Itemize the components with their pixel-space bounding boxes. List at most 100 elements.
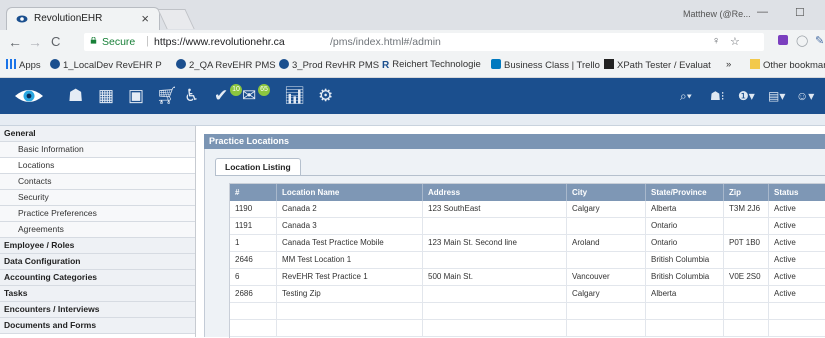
bookmarks-bar: Apps 1_LocalDev RevEHR P 2_QA RevEHR PMS…: [0, 54, 825, 78]
calendar-icon[interactable]: ▦: [98, 87, 114, 105]
gear-icon[interactable]: ⚙: [318, 87, 333, 105]
cell-number: 1190: [230, 201, 277, 218]
sidebar-section-tasks[interactable]: Tasks: [0, 286, 195, 302]
table-row[interactable]: 2646 MM Test Location 1 British Columbia Ac…: [230, 252, 825, 269]
sidebar-item-contacts[interactable]: Contacts: [0, 174, 195, 190]
profile-name[interactable]: Matthew (@Re...: [683, 9, 751, 19]
lock-icon: [90, 37, 97, 44]
cell-state-province: [646, 320, 724, 337]
table-row[interactable]: 6 RevEHR Test Practice 1 500 Main St. Vanco…: [230, 269, 825, 286]
cell-state-province: Alberta: [646, 201, 724, 218]
forward-icon[interactable]: →: [28, 34, 42, 50]
notification-badge: 10: [230, 84, 242, 96]
inbox-icon[interactable]: ▤▾: [768, 89, 785, 103]
search-icon[interactable]: ⌕▾: [680, 89, 692, 104]
maximize-button[interactable]: ☐: [795, 6, 805, 19]
column-header-zip[interactable]: Zip: [724, 184, 769, 201]
bookmark-xpath[interactable]: XPath Tester / Evaluat: [604, 59, 711, 71]
sidebar-section-encounters-interviews[interactable]: Encounters / Interviews: [0, 302, 195, 318]
bookmark-overflow[interactable]: »: [726, 59, 731, 70]
cell-city: [567, 303, 646, 320]
table-row[interactable]: 1 Canada Test Practice Mobile 123 Main St.…: [230, 235, 825, 252]
bookmark-label: Other bookmar: [763, 60, 825, 71]
check-badge-icon[interactable]: ✔: [214, 87, 228, 105]
minimize-button[interactable]: —: [757, 6, 768, 18]
cell-status: Active: [769, 286, 825, 303]
cell-number: 1: [230, 235, 277, 252]
bookmark-reichert[interactable]: R Reichert Technologie: [382, 59, 481, 71]
bookmark-other[interactable]: Other bookmar: [750, 59, 825, 71]
bar-chart-icon[interactable]: 📊︎: [284, 87, 306, 105]
sidebar-section-data-configuration[interactable]: Data Configuration: [0, 254, 195, 270]
cell-number: 2646: [230, 252, 277, 269]
locations-table: # Location Name Address City State/Provi…: [229, 183, 825, 338]
sidebar-section-accounting-categories[interactable]: Accounting Categories: [0, 270, 195, 286]
main-content: Practice Locations Location Listing # Lo…: [196, 126, 825, 338]
extension-pen-icon[interactable]: ✎: [815, 34, 824, 47]
table-row[interactable]: [230, 303, 825, 320]
reload-icon[interactable]: C: [51, 34, 60, 49]
message-icon[interactable]: ✉: [242, 87, 256, 105]
table-row[interactable]: [230, 320, 825, 337]
key-icon[interactable]: ♀: [712, 35, 720, 47]
sidebar-section-general[interactable]: General: [0, 126, 195, 142]
column-header-address[interactable]: Address: [423, 184, 567, 201]
cell-location-name: Canada Test Practice Mobile: [277, 235, 423, 252]
bookmark-qa[interactable]: 2_QA RevEHR PMS: [176, 59, 276, 71]
sidebar-item-security[interactable]: Security: [0, 190, 195, 206]
cell-state-province: Ontario: [646, 218, 724, 235]
help-icon[interactable]: ❶▾: [738, 89, 755, 103]
bookmark-trello[interactable]: Business Class | Trello: [491, 59, 600, 71]
bookmark-label: XPath Tester / Evaluat: [617, 60, 711, 71]
sidebar-item-agreements[interactable]: Agreements: [0, 222, 195, 238]
column-header-number[interactable]: #: [230, 184, 277, 201]
cart-icon[interactable]: 🛒︎: [156, 87, 178, 105]
new-tab-button[interactable]: [157, 9, 195, 29]
column-header-state-province[interactable]: State/Province: [646, 184, 724, 201]
cell-status: [769, 303, 825, 320]
admin-sidebar: General Basic Information Locations Cont…: [0, 126, 196, 337]
sidebar-item-basic-information[interactable]: Basic Information: [0, 142, 195, 158]
people-icon[interactable]: ☗: [68, 87, 83, 105]
wheelchair-icon[interactable]: ♿︎: [184, 87, 199, 105]
back-icon[interactable]: ←: [8, 34, 22, 50]
table-row[interactable]: 2686 Testing Zip Calgary Alberta Active: [230, 286, 825, 303]
bookmark-label: 2_QA RevEHR PMS: [189, 60, 276, 71]
extension-icon[interactable]: [778, 35, 788, 45]
url-field[interactable]: Secure | https://www.revolutionehr.ca /p…: [84, 33, 764, 51]
cell-zip: [724, 320, 769, 337]
cell-state-province: [646, 303, 724, 320]
bookmark-label: Reichert Technologie: [392, 59, 481, 70]
cell-location-name: Canada 2: [277, 201, 423, 218]
column-header-location-name[interactable]: Location Name: [277, 184, 423, 201]
cell-number: [230, 303, 277, 320]
eye-logo-icon[interactable]: [14, 86, 44, 106]
id-card-icon[interactable]: ▣: [128, 87, 144, 105]
user-icon[interactable]: ☺▾: [796, 89, 814, 103]
bookmark-prod[interactable]: 3_Prod RevHR PMS: [279, 59, 379, 71]
extension-circle-icon[interactable]: ◯: [796, 34, 808, 47]
sidebar-item-locations[interactable]: Locations: [0, 158, 195, 174]
cell-number: 6: [230, 269, 277, 286]
column-header-status[interactable]: Status: [769, 184, 825, 201]
cell-location-name: [277, 320, 423, 337]
cell-number: [230, 320, 277, 337]
tab-location-listing[interactable]: Location Listing: [215, 158, 301, 176]
folder-icon: [750, 59, 760, 69]
cell-state-province: British Columbia: [646, 269, 724, 286]
cell-address: 500 Main St.: [423, 269, 567, 286]
cell-address: [423, 303, 567, 320]
sidebar-item-practice-preferences[interactable]: Practice Preferences: [0, 206, 195, 222]
sidebar-section-employee-roles[interactable]: Employee / Roles: [0, 238, 195, 254]
table-row[interactable]: 1191 Canada 3 Ontario Active: [230, 218, 825, 235]
column-header-city[interactable]: City: [567, 184, 646, 201]
browser-tab[interactable]: RevolutionEHR ×: [6, 7, 160, 30]
sidebar-section-documents-forms[interactable]: Documents and Forms: [0, 318, 195, 334]
star-icon[interactable]: ☆: [730, 35, 740, 48]
panel-title: Practice Locations: [204, 134, 825, 149]
bookmark-localdev[interactable]: 1_LocalDev RevEHR P: [50, 59, 162, 71]
table-row[interactable]: 1190 Canada 2 123 SouthEast Calgary Alberta T…: [230, 201, 825, 218]
close-icon[interactable]: ×: [141, 11, 149, 26]
people-icon[interactable]: ☗⁝: [710, 89, 725, 103]
bookmark-apps[interactable]: Apps: [6, 59, 41, 71]
